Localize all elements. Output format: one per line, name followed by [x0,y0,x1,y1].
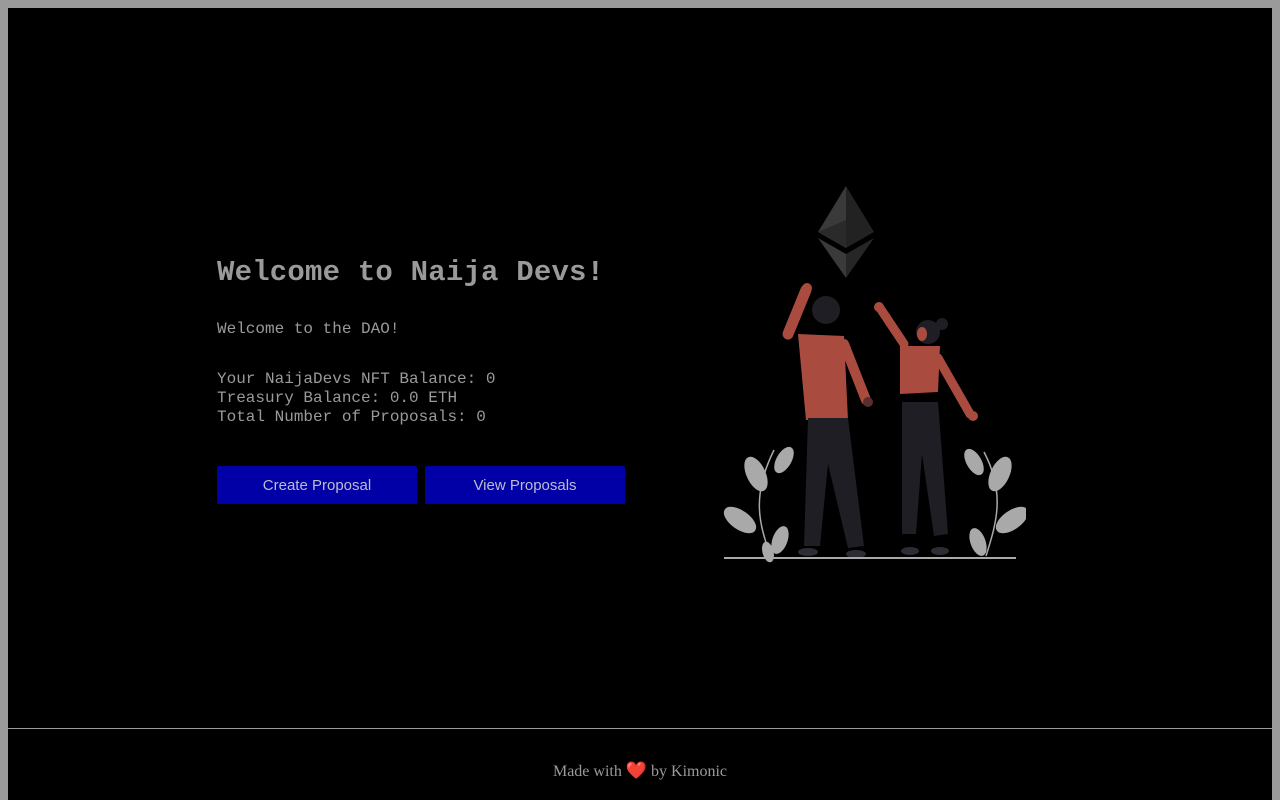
made-with-text: Made with [552,763,622,780]
view-proposals-button[interactable]: View Proposals [425,466,625,504]
man-figure-icon [782,283,873,558]
dao-stats: Your NaijaDevs NFT Balance: 0 Treasury B… [217,370,657,427]
woman-figure-icon [874,302,978,555]
footer: Made with ❤️ by Kimonic [8,728,1272,800]
ethereum-logo-icon [818,186,874,278]
author-credit: by Kimonic [651,763,728,780]
page-viewport: Welcome to Naija Devs! Welcome to the DA… [8,8,1272,800]
action-buttons: Create Proposal View Proposals [217,466,625,504]
dao-subtitle: Welcome to the DAO! [217,320,400,338]
right-plant-icon [964,448,1026,557]
create-proposal-button[interactable]: Create Proposal [217,466,417,504]
left-plant-icon [723,446,794,563]
main-section: Welcome to Naija Devs! Welcome to the DA… [8,8,1272,728]
total-proposals-text: Total Number of Proposals: 0 [217,408,486,426]
heart-icon: ❤️ [625,761,648,780]
nft-balance-text: Your NaijaDevs NFT Balance: 0 [217,370,496,388]
dao-illustration [723,186,1026,563]
hero-content: Welcome to Naija Devs! Welcome to the DA… [217,256,657,504]
footer-text: Made with ❤️ by Kimonic [8,761,1272,781]
treasury-balance-text: Treasury Balance: 0.0 ETH [217,389,458,407]
page-title: Welcome to Naija Devs! [217,256,605,289]
